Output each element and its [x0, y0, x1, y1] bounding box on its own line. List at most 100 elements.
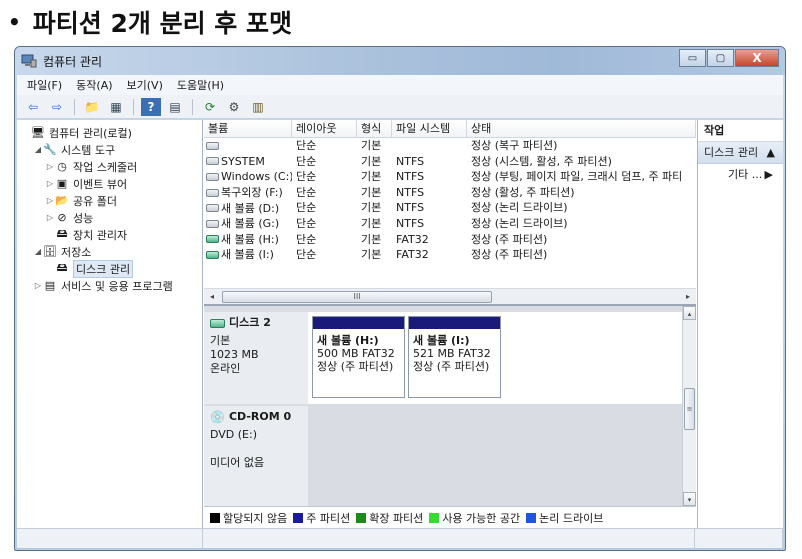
tree-item[interactable]: ◢ 🗄 저장소 — [17, 243, 202, 260]
fs-cell: FAT32 — [396, 248, 429, 262]
layout-cell: 단순 — [296, 170, 317, 184]
table-row[interactable]: 단순 기본 정상 (복구 파티션) — [204, 138, 696, 154]
column-header-filesystem[interactable]: 파일 시스템 — [392, 120, 467, 137]
action-more[interactable]: 기타 ... ▶ — [698, 164, 783, 186]
cdrom-name: CD-ROM 0 — [228, 410, 292, 423]
export-list-icon[interactable]: ▥ — [248, 98, 268, 116]
table-row[interactable]: 새 볼륨 (G:) 단순 기본 NTFS 정상 (논리 드라이브) — [204, 216, 696, 232]
table-row[interactable]: 새 볼륨 (H:) 단순 기본 FAT32 정상 (주 파티션) — [204, 232, 696, 248]
expand-arrow-icon[interactable]: ▷ — [45, 196, 55, 205]
settings-icon[interactable]: ⚙ — [224, 98, 244, 116]
column-header-volume[interactable]: 볼륨 — [204, 120, 292, 137]
tree-item[interactable]: ▷ ⊘ 성능 — [17, 209, 202, 226]
expand-arrow-icon[interactable]: ▷ — [33, 281, 43, 290]
menu-action[interactable]: 동작(A) — [76, 77, 112, 93]
tree-item-label: 저장소 — [61, 245, 92, 259]
cdrom-info[interactable]: 💿 CD-ROM 0 DVD (E:) 미디어 없음 — [204, 406, 308, 508]
toolbar-separator — [74, 98, 75, 115]
expand-arrow-icon[interactable]: ▷ — [45, 179, 55, 188]
cdrom-drive: DVD (E:) — [210, 428, 258, 441]
disk-row-disk2[interactable]: 디스크 2 기본 1023 MB 온라인 새 볼륨 (H:) 500 MB FA… — [204, 312, 682, 404]
maximize-button[interactable]: ▢ — [707, 49, 734, 67]
status-cell: 정상 (주 파티션) — [471, 232, 548, 246]
expand-arrow-icon[interactable]: ▷ — [45, 162, 55, 171]
volume-cell — [204, 138, 292, 154]
status-bar — [17, 528, 783, 548]
minimize-button[interactable]: ▭ — [679, 49, 706, 67]
back-arrow-icon[interactable]: ⇦ — [23, 98, 43, 116]
scroll-up-icon[interactable]: ▴ — [683, 306, 696, 320]
scroll-right-icon[interactable]: ▸ — [680, 292, 696, 301]
vertical-scroll-thumb[interactable]: ≡ — [684, 388, 695, 430]
table-row[interactable]: 새 볼륨 (D:) 단순 기본 NTFS 정상 (논리 드라이브) — [204, 200, 696, 216]
horizontal-scrollbar[interactable]: ◂ III ▸ — [204, 288, 696, 304]
tree-item[interactable]: ◢ 🔧 시스템 도구 — [17, 141, 202, 158]
vertical-scrollbar[interactable]: ▴ ≡ ▾ — [682, 306, 696, 506]
tree-item[interactable]: ▷ ▤ 서비스 및 응용 프로그램 — [17, 277, 202, 294]
tree-item[interactable]: 🖴 디스크 관리 — [17, 259, 202, 278]
table-row[interactable]: SYSTEM 단순 기본 NTFS 정상 (시스템, 활성, 주 파티션) — [204, 154, 696, 170]
volume-cell: 복구외장 (F:) — [204, 185, 292, 201]
horizontal-scroll-thumb[interactable]: III — [222, 290, 492, 303]
expand-arrow-icon[interactable]: ◢ — [33, 247, 43, 256]
partition-h[interactable]: 새 볼륨 (H:) 500 MB FAT32 정상 (주 파티션) — [312, 316, 405, 398]
volume-cell: 새 볼륨 (D:) — [204, 200, 292, 216]
help-icon[interactable]: ? — [141, 97, 161, 116]
column-header-type[interactable]: 형식 — [357, 120, 392, 137]
disk-row-cdrom[interactable]: 💿 CD-ROM 0 DVD (E:) 미디어 없음 — [204, 406, 682, 508]
table-row[interactable]: 복구외장 (F:) 단순 기본 NTFS 정상 (활성, 주 파티션) — [204, 185, 696, 201]
refresh-icon[interactable]: ⟳ — [200, 98, 220, 116]
type-cell: 기본 — [361, 170, 382, 184]
menu-file[interactable]: 파일(F) — [27, 77, 62, 93]
expand-arrow-icon[interactable]: ◢ — [33, 145, 43, 154]
show-tree-icon[interactable]: ▦ — [106, 98, 126, 116]
status-segment — [203, 529, 695, 548]
tree-item[interactable]: ▷ ◷ 작업 스케줄러 — [17, 158, 202, 175]
drive-icon — [206, 141, 219, 150]
legend-item: 사용 가능한 공간 — [429, 510, 520, 526]
table-row[interactable]: Windows (C:) 단순 기본 NTFS 정상 (부팅, 페이지 파일, 크래시 … — [204, 169, 696, 185]
up-folder-icon[interactable]: 📁 — [82, 98, 102, 116]
table-row[interactable]: 새 볼륨 (I:) 단순 기본 FAT32 정상 (주 파티션) — [204, 247, 696, 263]
forward-arrow-icon[interactable]: ⇨ — [47, 98, 67, 116]
status-cell: 정상 (논리 드라이브) — [471, 201, 568, 215]
tree-item-label: 이벤트 뷰어 — [73, 177, 128, 191]
fs-cell: NTFS — [396, 170, 425, 184]
tree-item[interactable]: 🖴 장치 관리자 — [17, 226, 202, 243]
tree-item[interactable]: ▷ 📂 공유 폴더 — [17, 192, 202, 209]
partition-i[interactable]: 새 볼륨 (I:) 521 MB FAT32 정상 (주 파티션) — [408, 316, 501, 398]
tree-item[interactable]: 🖥 컴퓨터 관리(로컬) — [17, 124, 202, 141]
disk-icon — [210, 318, 225, 328]
computer-icon: 🖥 — [31, 126, 45, 139]
legend-swatch — [210, 512, 220, 523]
close-button[interactable]: X — [735, 49, 779, 67]
disk-info[interactable]: 디스크 2 기본 1023 MB 온라인 — [204, 312, 308, 404]
partition-size: 500 MB FAT32 — [317, 347, 395, 360]
scroll-left-icon[interactable]: ◂ — [204, 292, 220, 301]
disk-partitions: 새 볼륨 (H:) 500 MB FAT32 정상 (주 파티션) 새 볼륨 (… — [308, 312, 682, 404]
expand-arrow-icon[interactable]: ▷ — [45, 213, 55, 222]
status-cell: 정상 (시스템, 활성, 주 파티션) — [471, 154, 612, 168]
column-header-layout[interactable]: 레이아웃 — [292, 120, 357, 137]
fs-cell: NTFS — [396, 154, 425, 168]
action-disk-management-label: 디스크 관리 — [704, 146, 759, 159]
device-manager-icon: 🖴 — [56, 227, 68, 240]
properties-icon[interactable]: ▤ — [165, 98, 185, 116]
computer-management-window: 컴퓨터 관리 ▭ ▢ X 파일(F) 동작(A) 보기(V) 도움말(H) ⇦ … — [14, 46, 786, 551]
shared-folder-icon: 📂 — [55, 194, 69, 207]
slide-title: • 파티션 2개 분리 후 포맷 — [8, 4, 292, 40]
menu-help[interactable]: 도움말(H) — [177, 77, 224, 93]
scroll-down-icon[interactable]: ▾ — [683, 492, 696, 506]
title-bar[interactable]: 컴퓨터 관리 ▭ ▢ X — [15, 47, 785, 75]
legend-swatch — [429, 512, 440, 523]
tree-item[interactable]: ▷ ▣ 이벤트 뷰어 — [17, 175, 202, 192]
menu-view[interactable]: 보기(V) — [127, 77, 163, 93]
collapse-arrow-icon[interactable]: ▲ — [767, 142, 775, 163]
partition-name: 새 볼륨 (H:) — [317, 334, 379, 347]
status-segment — [695, 529, 783, 548]
menu-bar: 파일(F) 동작(A) 보기(V) 도움말(H) — [17, 75, 783, 95]
action-disk-management[interactable]: 디스크 관리 ▲ — [698, 142, 783, 164]
tree-item-label: 작업 스케줄러 — [73, 160, 138, 174]
column-header-status[interactable]: 상태 — [467, 120, 696, 137]
tools-icon: 🔧 — [43, 143, 57, 156]
